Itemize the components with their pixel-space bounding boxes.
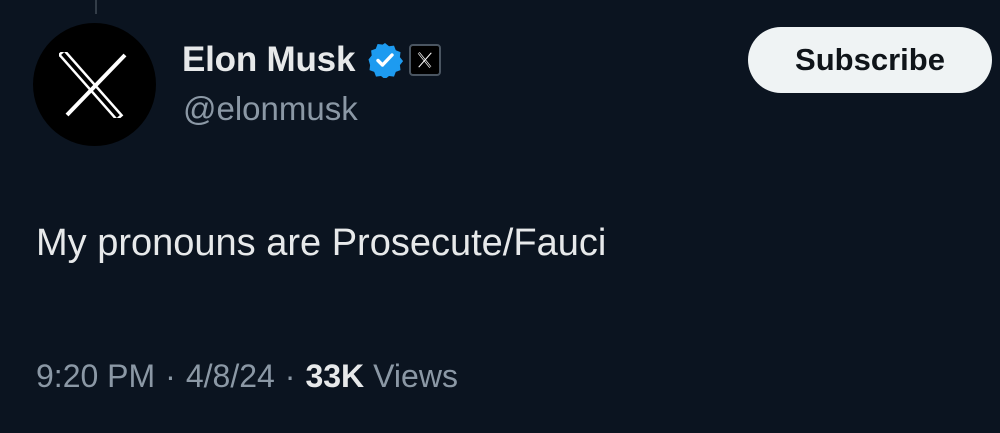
x-affiliate-badge-icon[interactable]	[409, 44, 442, 76]
views-count[interactable]: 33K	[305, 358, 364, 395]
tweet-card: Elon Musk @elonmusk Subscribe My pronoun…	[0, 0, 1000, 433]
thread-line	[95, 0, 97, 14]
tweet-date[interactable]: 4/8/24	[186, 358, 275, 395]
subscribe-button[interactable]: Subscribe	[748, 27, 992, 93]
verified-badge-icon	[367, 42, 404, 78]
meta-separator: ·	[165, 358, 176, 394]
tweet-meta: 9:20 PM · 4/8/24 · 33K Views	[36, 358, 458, 395]
meta-separator: ·	[284, 358, 296, 394]
author-display-name[interactable]: Elon Musk	[182, 40, 355, 80]
views-label: Views	[373, 358, 458, 394]
author-handle[interactable]: @elonmusk	[183, 90, 358, 128]
author-name-row: Elon Musk	[182, 38, 442, 82]
x-logo-icon	[58, 51, 126, 118]
tweet-time[interactable]: 9:20 PM	[36, 358, 155, 395]
tweet-text: My pronouns are Prosecute/Fauci	[36, 222, 607, 264]
avatar[interactable]	[33, 23, 156, 146]
